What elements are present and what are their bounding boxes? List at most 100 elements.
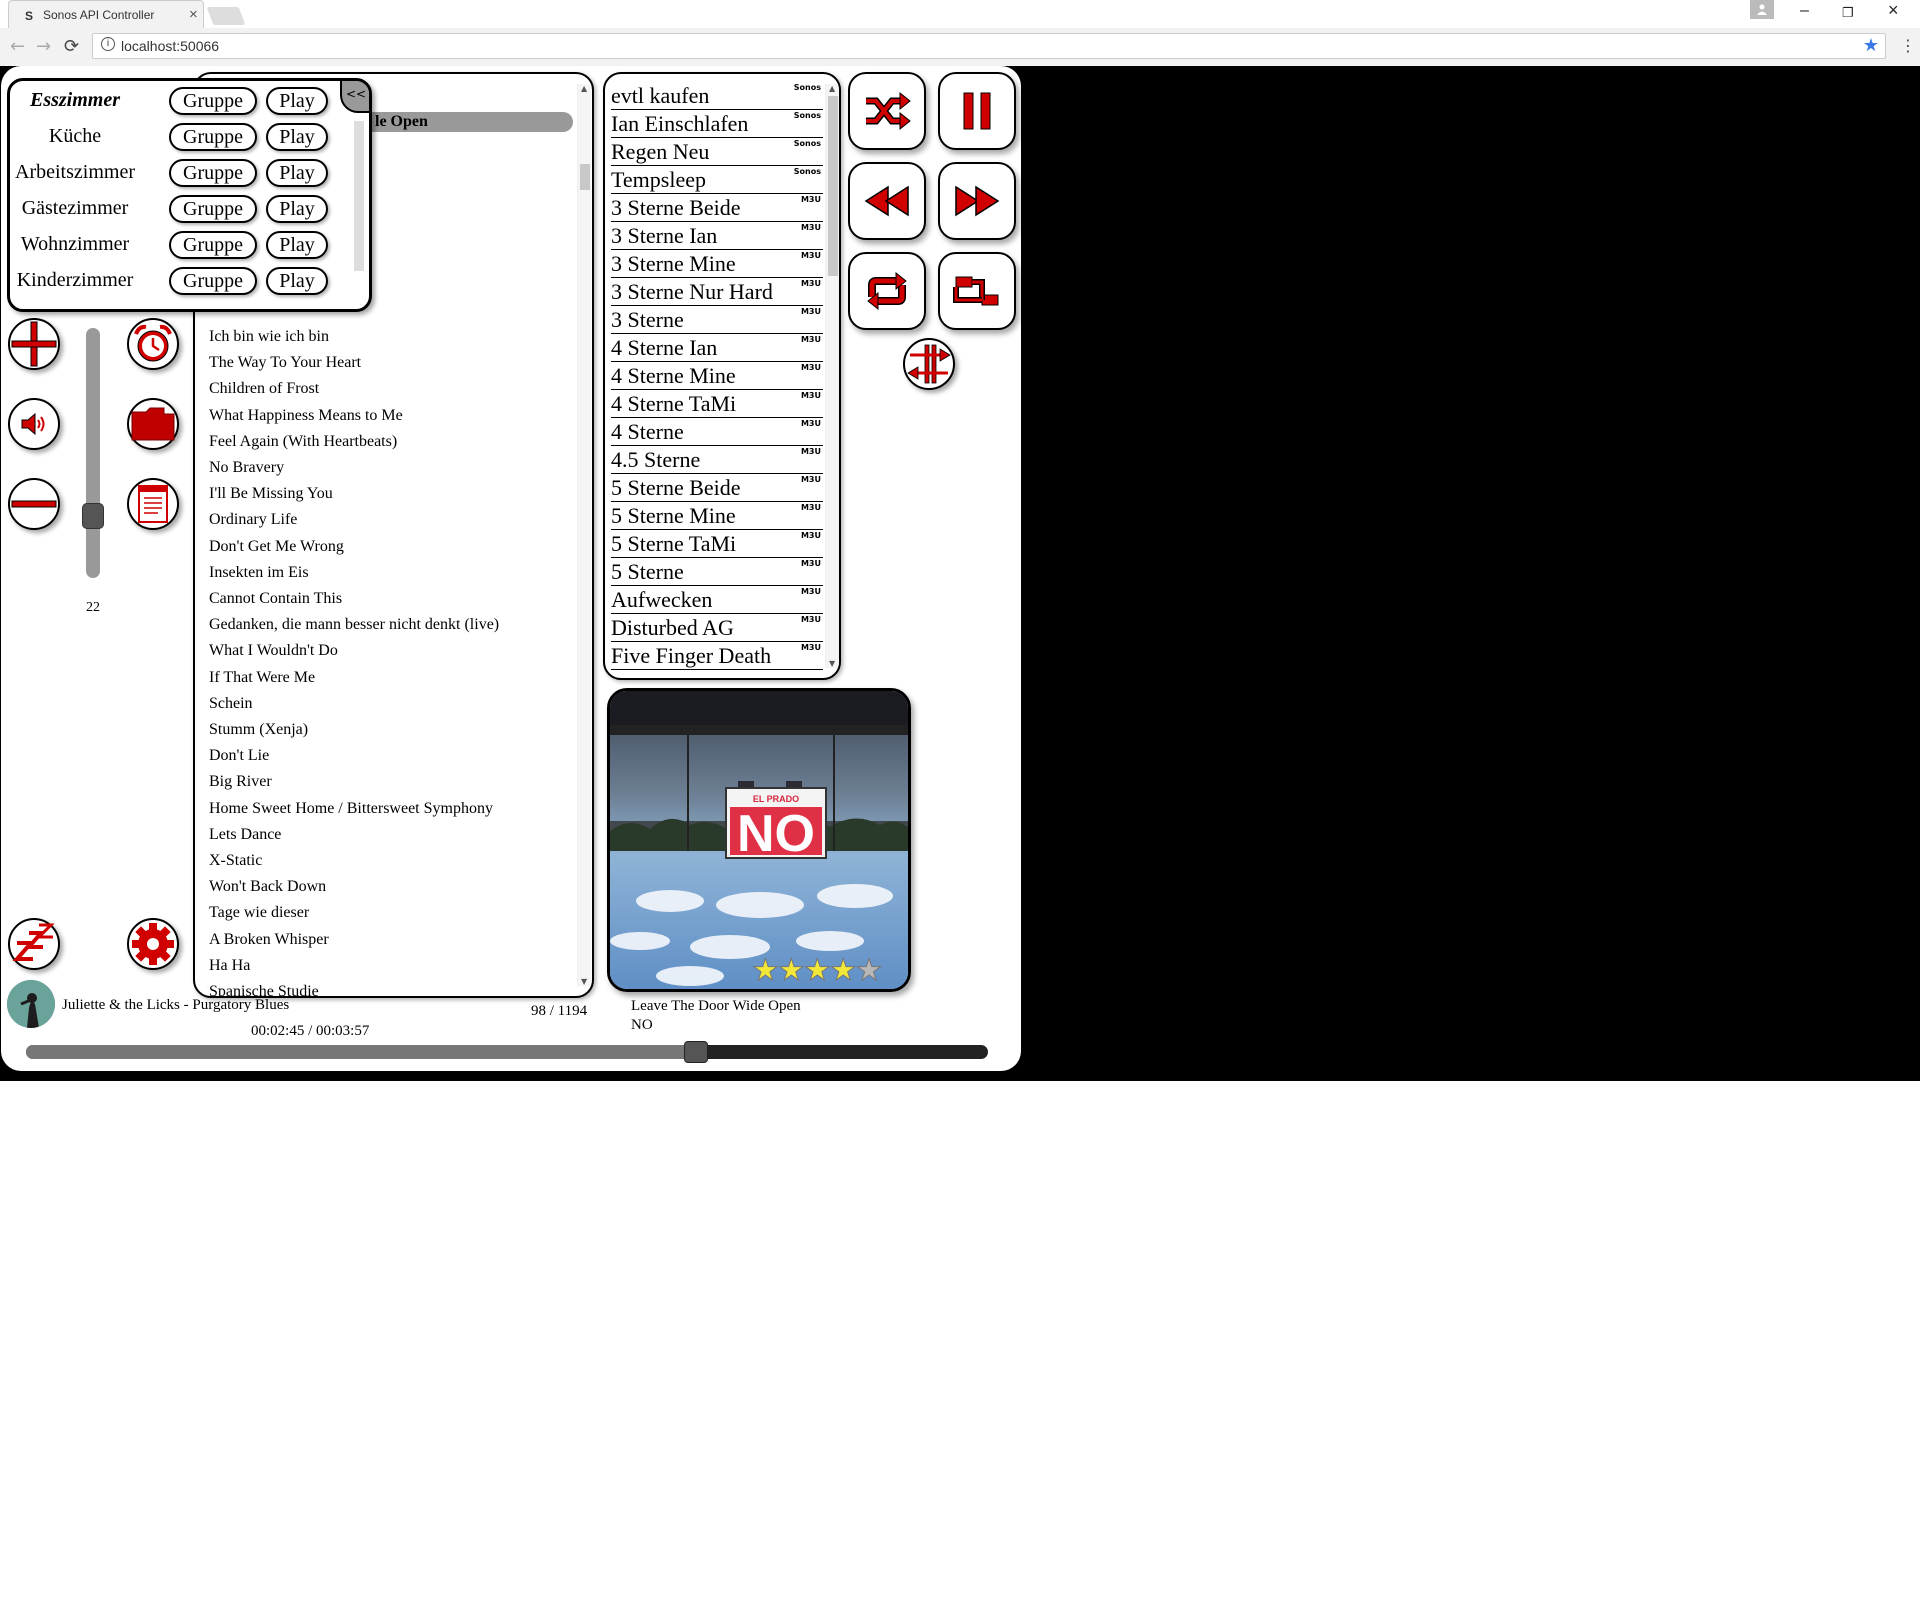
track-item[interactable]: If That Were Me (209, 665, 569, 691)
new-tab-button[interactable] (206, 7, 246, 25)
pause-button[interactable] (938, 72, 1016, 150)
playlist-item[interactable]: Disturbed AG M3U (611, 614, 823, 642)
site-info-icon[interactable]: i (101, 37, 115, 51)
album-cover[interactable]: EL PRADO NO ★★★★★ (607, 688, 911, 992)
restore-icon[interactable]: ❐ (1842, 5, 1854, 21)
track-item[interactable]: Won't Back Down (209, 874, 569, 900)
group-split-button[interactable] (903, 338, 955, 390)
playlist-item[interactable]: Regen Neu Sonos (611, 138, 823, 166)
playlist-item[interactable]: 3 Sterne M3U (611, 306, 823, 334)
track-list-scrollbar[interactable]: ▲ ▼ (577, 84, 591, 986)
playlist-item[interactable]: Aufwecken M3U (611, 586, 823, 614)
track-item[interactable]: Schein (209, 691, 569, 717)
track-item[interactable]: Cannot Contain This (209, 586, 569, 612)
room-group-button[interactable]: Gruppe (169, 195, 257, 223)
playlist-item[interactable]: 5 Sterne Beide M3U (611, 474, 823, 502)
volume-slider-track[interactable] (86, 328, 100, 578)
room-play-button[interactable]: Play (266, 195, 328, 223)
playlist-item[interactable]: Tempsleep Sonos (611, 166, 823, 194)
room-group-button[interactable]: Gruppe (169, 231, 257, 259)
playlist-item[interactable]: 3 Sterne Nur Hard M3U (611, 278, 823, 306)
playlist-item[interactable]: 5 Sterne TaMi M3U (611, 530, 823, 558)
track-item[interactable]: Spanische Studie (209, 979, 569, 996)
playlist-item[interactable]: 5 Sterne M3U (611, 558, 823, 586)
playlist-item[interactable]: 4 Sterne M3U (611, 418, 823, 446)
minimize-icon[interactable]: – (1800, 2, 1809, 20)
room-group-button[interactable]: Gruppe (169, 87, 257, 115)
room-play-button[interactable]: Play (266, 231, 328, 259)
star-icon[interactable]: ★ (752, 953, 780, 989)
rooms-scrollbar[interactable] (354, 121, 364, 271)
room-name[interactable]: Gästezimmer (10, 197, 140, 220)
playlist-item[interactable]: Ian Einschlafen Sonos (611, 110, 823, 138)
shuffle-button[interactable] (848, 72, 926, 150)
repeat-button[interactable] (848, 252, 926, 330)
playlist-item[interactable]: 4 Sterne TaMi M3U (611, 390, 823, 418)
track-item[interactable]: No Bravery (209, 455, 569, 481)
room-play-button[interactable]: Play (266, 159, 328, 187)
collapse-rooms-button[interactable]: << (340, 81, 369, 113)
star-icon[interactable]: ★ (829, 953, 857, 989)
playlist-item[interactable]: 4 Sterne Ian M3U (611, 334, 823, 362)
tab-close-icon[interactable]: × (189, 6, 198, 23)
room-name[interactable]: Arbeitszimmer (10, 161, 140, 184)
scroll-up-icon[interactable]: ▲ (581, 84, 587, 93)
volume-up-button[interactable] (8, 318, 60, 370)
room-name[interactable]: Kinderzimmer (10, 269, 140, 292)
track-item[interactable]: X-Static (209, 848, 569, 874)
room-group-button[interactable]: Gruppe (169, 159, 257, 187)
track-item[interactable]: I'll Be Missing You (209, 481, 569, 507)
track-item[interactable]: Feel Again (With Heartbeats) (209, 429, 569, 455)
volume-slider-thumb[interactable] (82, 502, 104, 529)
star-icon[interactable]: ★ (777, 953, 805, 989)
playlist-scrollbar[interactable]: ▲ ▼ (825, 84, 839, 668)
address-bar[interactable]: i localhost:50066 ★ (92, 33, 1886, 59)
room-name[interactable]: Küche (10, 125, 140, 148)
track-item[interactable]: What Happiness Means to Me (209, 403, 569, 429)
volume-down-button[interactable] (8, 478, 60, 530)
browse-folder-button[interactable] (127, 398, 179, 450)
track-item[interactable]: Insekten im Eis (209, 560, 569, 586)
playlist-item[interactable]: 3 Sterne Mine M3U (611, 250, 823, 278)
track-item[interactable]: Home Sweet Home / Bittersweet Symphony (209, 796, 569, 822)
room-name[interactable]: Wohnzimmer (10, 233, 140, 256)
back-arrow-icon[interactable]: ← (10, 36, 25, 57)
bookmark-star-icon[interactable]: ★ (1863, 35, 1879, 56)
star-icon[interactable]: ★ (855, 953, 883, 989)
room-group-button[interactable]: Gruppe (169, 123, 257, 151)
playlist-item[interactable]: 4.5 Sterne M3U (611, 446, 823, 474)
track-item[interactable]: Children of Frost (209, 376, 569, 402)
mute-button[interactable] (8, 398, 60, 450)
playlist-item[interactable]: Five Finger Death M3U (611, 642, 823, 670)
settings-button[interactable] (127, 918, 179, 970)
room-name[interactable]: Esszimmer (10, 89, 140, 112)
progress-bar-thumb[interactable] (683, 1041, 708, 1063)
room-play-button[interactable]: Play (266, 267, 328, 295)
rating-stars[interactable]: ★★★★★ (752, 953, 884, 989)
browser-tab[interactable]: S Sonos API Controller × (8, 0, 204, 28)
track-item[interactable]: Ha Ha (209, 953, 569, 979)
playlist-doc-button[interactable] (127, 478, 179, 530)
scroll-down-icon[interactable]: ▼ (581, 977, 587, 986)
reload-icon[interactable]: ⟳ (64, 36, 79, 57)
progress-bar-track[interactable] (26, 1045, 988, 1059)
sleep-button[interactable] (8, 918, 60, 970)
profile-icon[interactable] (1750, 0, 1774, 19)
track-item[interactable]: Don't Lie (209, 743, 569, 769)
playlist-item[interactable]: evtl kaufen Sonos (611, 82, 823, 110)
playlist-scroll-thumb[interactable] (828, 96, 838, 276)
previous-button[interactable] (848, 162, 926, 240)
track-item[interactable]: Stumm (Xenja) (209, 717, 569, 743)
playlist-item[interactable]: 4 Sterne Mine M3U (611, 362, 823, 390)
room-group-button[interactable]: Gruppe (169, 267, 257, 295)
track-item[interactable]: What I Wouldn't Do (209, 638, 569, 664)
track-item[interactable]: Tage wie dieser (209, 900, 569, 926)
browser-menu-icon[interactable]: ⋮ (1900, 36, 1916, 55)
track-item[interactable]: Ordinary Life (209, 507, 569, 533)
playlist-item[interactable]: 3 Sterne Ian M3U (611, 222, 823, 250)
track-item[interactable]: Gedanken, die mann besser nicht denkt (l… (209, 612, 569, 638)
alarm-button[interactable] (127, 318, 179, 370)
crossfade-button[interactable] (938, 252, 1016, 330)
track-item[interactable]: Big River (209, 769, 569, 795)
window-close-icon[interactable]: × (1888, 0, 1899, 21)
